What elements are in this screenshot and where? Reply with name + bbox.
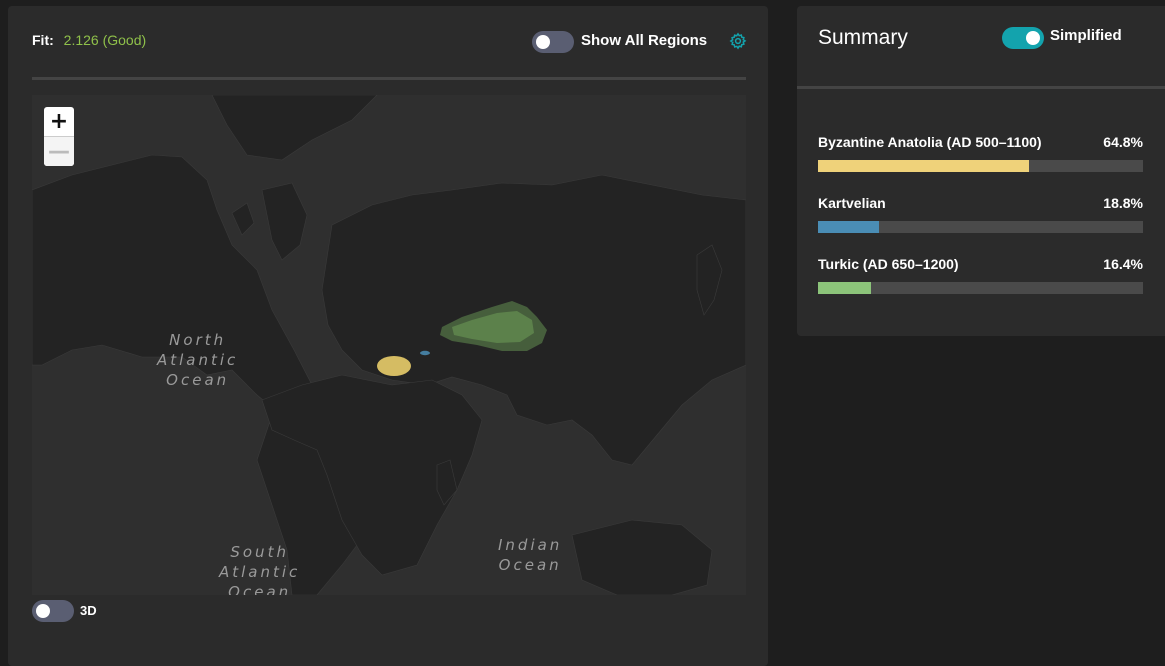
divider [32, 77, 746, 80]
toggle-knob [536, 35, 550, 49]
ocean-label-line: North [169, 331, 227, 349]
zoom-out-button[interactable]: — [44, 136, 74, 166]
population-bar-fill [818, 282, 872, 294]
population-name: Turkic (AD 650–1200) [818, 256, 959, 272]
summary-title: Summary [818, 26, 908, 49]
population-percent: 64.8% [1103, 134, 1143, 150]
world-map[interactable]: + — North Atlantic Ocean South Atlantic … [32, 95, 746, 595]
population-bar [818, 282, 1143, 294]
population-percent: 18.8% [1103, 195, 1143, 211]
zoom-in-button[interactable]: + [44, 107, 74, 136]
toggle-knob [36, 604, 50, 618]
zoom-control: + — [44, 107, 74, 166]
fit-score: Fit: 2.126 (Good) [32, 32, 146, 48]
divider [797, 86, 1165, 89]
fit-value: 2.126 (Good) [63, 32, 147, 48]
simplified-label: Simplified [1050, 27, 1122, 44]
ocean-label-line: Atlantic [157, 351, 239, 369]
show-all-regions-toggle[interactable] [532, 31, 574, 53]
ocean-label-south-atlantic: South Atlantic Ocean [219, 542, 300, 595]
summary-panel: Summary Simplified Byzantine Anatolia (A… [797, 6, 1165, 336]
population-percent: 16.4% [1103, 256, 1143, 272]
3d-toggle[interactable] [32, 600, 74, 622]
3d-label: 3D [80, 603, 97, 618]
ocean-label-line: Ocean [228, 583, 292, 595]
ocean-label-line: South [230, 543, 289, 561]
population-name: Byzantine Anatolia (AD 500–1100) [818, 134, 1042, 150]
toggle-knob [1026, 31, 1040, 45]
population-bar-fill [818, 221, 880, 233]
fit-label: Fit: [32, 32, 54, 48]
population-bar [818, 160, 1143, 172]
map-panel: Fit: 2.126 (Good) Show All Regions + — N… [8, 6, 768, 666]
map-canvas [32, 95, 746, 595]
ocean-label-north-atlantic: North Atlantic Ocean [157, 330, 238, 390]
population-bar [818, 221, 1143, 233]
population-bar-fill [818, 160, 1029, 172]
ocean-label-line: Ocean [166, 371, 230, 389]
show-all-regions-label: Show All Regions [581, 32, 708, 49]
ocean-label-line: Ocean [498, 556, 562, 574]
ocean-label-indian: Indian Ocean [498, 535, 562, 575]
ocean-label-line: Atlantic [219, 563, 301, 581]
gear-icon[interactable] [729, 32, 747, 50]
ocean-label-line: Indian [498, 536, 563, 554]
population-name: Kartvelian [818, 195, 886, 211]
simplified-toggle[interactable] [1002, 27, 1044, 49]
